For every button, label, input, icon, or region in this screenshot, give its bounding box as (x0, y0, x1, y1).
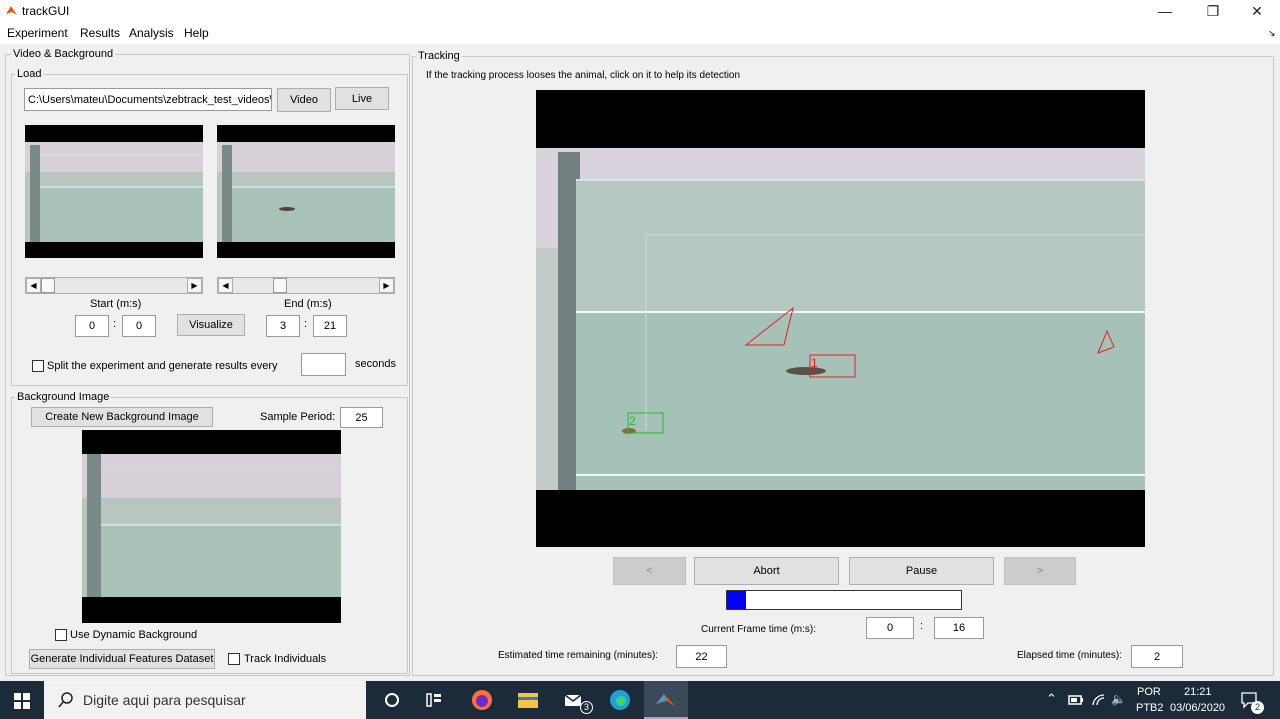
live-button[interactable]: Live (335, 87, 389, 110)
end-label: End (m:s) (284, 298, 332, 310)
dynamic-background-label: Use Dynamic Background (70, 629, 198, 641)
tracking-hint: If the tracking process looses the anima… (426, 70, 741, 81)
elapsed-field: 2 (1131, 645, 1183, 668)
mail-badge: 3 (580, 701, 593, 714)
split-checkbox[interactable] (32, 360, 44, 372)
matlab-icon (5, 4, 18, 17)
elapsed-label: Elapsed time (minutes): (1017, 650, 1123, 661)
close-button[interactable]: ✕ (1234, 0, 1280, 22)
restore-button[interactable]: ❐ (1190, 0, 1236, 22)
matlab-icon (656, 694, 676, 707)
search-icon (58, 692, 73, 708)
progress-bar (726, 590, 962, 610)
end-sec-field[interactable]: 21 (313, 315, 347, 337)
previous-button[interactable]: < (613, 557, 686, 585)
track-individuals-checkbox[interactable] (228, 653, 240, 665)
start-frame-preview (25, 125, 203, 258)
end-min-field[interactable]: 3 (266, 315, 300, 337)
window-title: trackGUI (22, 4, 70, 18)
clock-time[interactable]: 21:21 (1184, 686, 1212, 698)
next-button[interactable]: > (1004, 557, 1076, 585)
seconds-label: seconds (355, 358, 396, 370)
toolbar-toggle-icon[interactable]: ↘ (1268, 28, 1276, 39)
background-preview (82, 430, 341, 623)
menu-experiment[interactable]: Experiment (7, 26, 68, 40)
sample-period-label: Sample Period: (260, 411, 336, 423)
title-bar: trackGUI — ❐ ✕ (0, 0, 1280, 22)
pause-button[interactable]: Pause (849, 557, 994, 585)
menu-bar: Experiment Results Analysis Help ↘ (0, 22, 1280, 44)
background-image-title: Background Image (15, 391, 112, 403)
frame-sec-field[interactable]: 16 (934, 617, 984, 639)
video-path-field[interactable]: C:\Users\mateu\Documents\zebtrack_test_v… (24, 88, 272, 111)
marker-label-1: 1 (811, 356, 818, 370)
remaining-field: 22 (676, 645, 727, 668)
search-placeholder: Digite aqui para pesquisar (83, 692, 246, 708)
abort-button[interactable]: Abort (694, 557, 839, 585)
end-colon: : (304, 318, 308, 330)
create-background-button[interactable]: Create New Background Image (31, 407, 213, 427)
frame-min-field[interactable]: 0 (866, 617, 914, 639)
matlab-taskbar-button[interactable] (644, 681, 688, 719)
edge-icon[interactable] (608, 688, 632, 712)
menu-help[interactable]: Help (184, 26, 209, 40)
battery-icon[interactable] (1068, 694, 1084, 706)
menu-results[interactable]: Results (80, 26, 120, 40)
video-button[interactable]: Video (277, 88, 331, 112)
task-view-icon[interactable] (422, 688, 446, 712)
start-slider[interactable]: ◀ ▶ (25, 277, 203, 294)
frame-colon: : (920, 620, 924, 632)
marker-label-2: 2 (629, 414, 636, 428)
dynamic-background-checkbox[interactable] (55, 629, 67, 641)
volume-icon[interactable]: 🔈 (1111, 692, 1126, 706)
start-colon: : (113, 318, 117, 330)
end-frame-preview (217, 125, 395, 258)
slider-right-arrow-icon[interactable]: ▶ (379, 278, 394, 293)
taskbar: Digite aqui para pesquisar 3 ⌃ 🔈 POR PTB… (0, 681, 1280, 719)
file-explorer-icon[interactable] (516, 688, 540, 712)
remaining-label: Estimated time remaining (minutes): (498, 650, 659, 661)
tracking-video[interactable]: 1 2 (536, 90, 1145, 547)
frame-time-label: Current Frame time (m:s): (701, 624, 817, 635)
visualize-button[interactable]: Visualize (177, 314, 245, 336)
taskbar-search[interactable]: Digite aqui para pesquisar (44, 681, 366, 719)
load-title: Load (15, 68, 44, 80)
minimize-button[interactable]: — (1142, 0, 1188, 22)
end-slider-thumb[interactable] (272, 278, 287, 293)
firefox-icon[interactable] (470, 688, 494, 712)
end-slider[interactable]: ◀ ▶ (217, 277, 395, 294)
split-label: Split the experiment and generate result… (47, 360, 278, 372)
start-min-field[interactable]: 0 (75, 315, 109, 337)
track-individuals-label: Track Individuals (244, 653, 327, 665)
split-seconds-field[interactable] (301, 353, 346, 376)
slider-left-arrow-icon[interactable]: ◀ (26, 278, 41, 293)
show-hidden-icons[interactable]: ⌃ (1046, 691, 1057, 707)
sample-period-field[interactable]: 25 (340, 407, 383, 428)
tracking-title: Tracking (416, 50, 462, 62)
clock-date[interactable]: 03/06/2020 (1170, 702, 1225, 714)
wifi-icon[interactable] (1091, 693, 1107, 707)
start-slider-thumb[interactable] (41, 278, 55, 293)
progress-fill (727, 591, 746, 609)
start-label: Start (m:s) (90, 298, 142, 310)
language-line1[interactable]: POR (1137, 686, 1161, 698)
video-background-title: Video & Background (11, 48, 116, 60)
start-sec-field[interactable]: 0 (122, 315, 156, 337)
notification-badge: 2 (1251, 701, 1264, 714)
language-line2[interactable]: PTB2 (1136, 702, 1164, 714)
slider-left-arrow-icon[interactable]: ◀ (218, 278, 233, 293)
generate-dataset-button[interactable]: Generate Individual Features Dataset (29, 649, 215, 669)
cortana-icon[interactable] (380, 688, 404, 712)
slider-right-arrow-icon[interactable]: ▶ (187, 278, 202, 293)
menu-analysis[interactable]: Analysis (129, 26, 174, 40)
windows-start-icon[interactable] (14, 693, 30, 709)
